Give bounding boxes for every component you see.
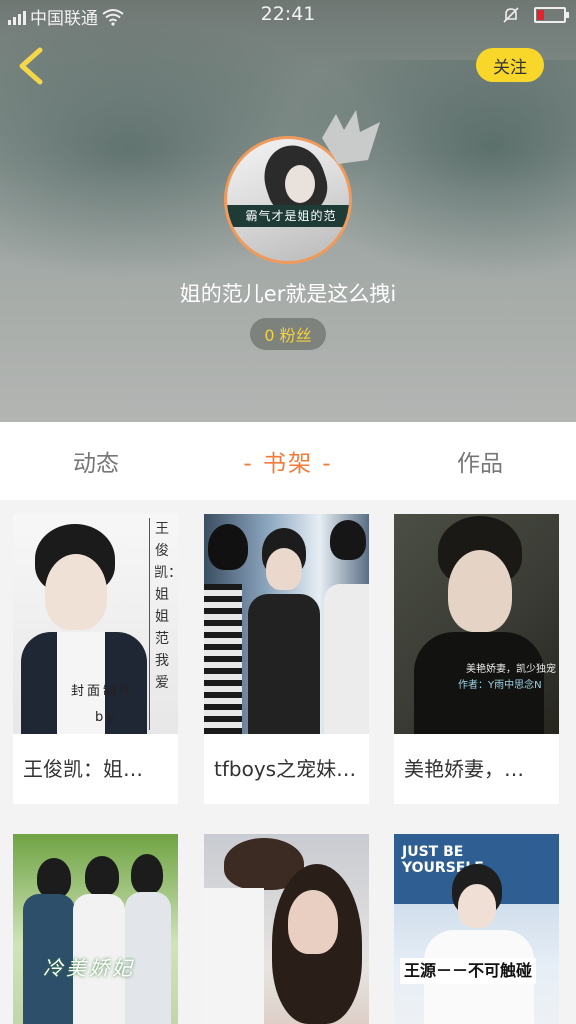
clock: 22:41: [260, 3, 316, 25]
profile-tabs: 动态 - 书架 - 作品: [0, 422, 576, 500]
crown-icon: [322, 110, 380, 164]
profile-header: 中国联通 22:41 关注 霸气才是姐的范 姐的范儿er就是这么拽i 0 粉丝: [0, 0, 576, 422]
cover-text: 冷美娇妃: [43, 956, 135, 980]
mute-icon: [503, 7, 519, 23]
book-card[interactable]: JUST BE YOURSELF 王源－－不可触碰: [394, 834, 559, 1024]
book-cover: 冷美娇妃: [13, 834, 178, 1024]
book-title: 王俊凯：姐…: [23, 757, 143, 781]
book-cover: [204, 514, 369, 734]
back-arrow-icon[interactable]: [14, 44, 50, 88]
cover-text: 王俊凯：姐姐范我爱: [154, 521, 178, 691]
book-card[interactable]: [204, 834, 369, 1024]
book-cover: 美艳娇妻，凯少独宠 作者：Y雨中思念N: [394, 514, 559, 734]
battery-icon: [534, 7, 569, 23]
book-card[interactable]: 美艳娇妻，凯少独宠 作者：Y雨中思念N 美艳娇妻，…: [394, 514, 559, 804]
book-title: 美艳娇妻，…: [404, 757, 524, 781]
avatar-caption: 霸气才是姐的范: [227, 205, 349, 227]
book-cover: [204, 834, 369, 1024]
username: 姐的范儿er就是这么拽i: [179, 282, 397, 306]
tab-activity[interactable]: 动态: [0, 444, 192, 478]
tab-works[interactable]: 作品: [384, 444, 576, 478]
bookshelf-grid: 王俊凯：姐姐范我爱 封面制作 by 王俊凯：姐… tfboys之宠妹… 美艳娇妻…: [0, 500, 576, 1024]
cover-text: 美艳娇妻，凯少独宠: [466, 664, 556, 675]
book-card[interactable]: 王俊凯：姐姐范我爱 封面制作 by 王俊凯：姐…: [13, 514, 178, 804]
status-bar: 中国联通 22:41: [0, 0, 576, 30]
cover-sub: by: [95, 710, 117, 725]
cover-sub: 作者：Y雨中思念N: [458, 680, 542, 691]
follow-button[interactable]: 关注: [476, 48, 544, 82]
book-cover: 王俊凯：姐姐范我爱 封面制作 by: [13, 514, 178, 734]
book-title: tfboys之宠妹…: [214, 757, 357, 781]
cover-caption: 封面制作: [71, 684, 136, 699]
tab-bookshelf[interactable]: - 书架 -: [192, 444, 384, 478]
book-card[interactable]: 冷美娇妃: [13, 834, 178, 1024]
book-cover: JUST BE YOURSELF 王源－－不可触碰: [394, 834, 559, 1024]
fans-count-badge[interactable]: 0 粉丝: [250, 318, 326, 350]
book-card[interactable]: tfboys之宠妹…: [204, 514, 369, 804]
cover-text: 王源－－不可触碰: [400, 958, 537, 984]
